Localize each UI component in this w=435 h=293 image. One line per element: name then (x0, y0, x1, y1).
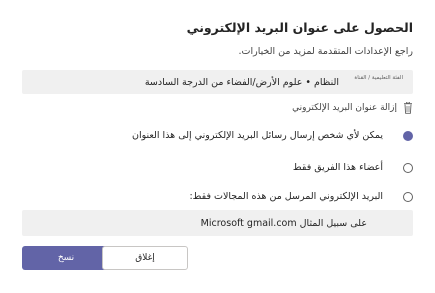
option-domains-label: البريد الإلكتروني المرسل من هذه المجالات… (189, 191, 383, 202)
team-info-box: الفئة التعليمية / القناة النظام • علوم ا… (22, 70, 413, 94)
team-caption: الفئة التعليمية / القناة (354, 75, 403, 81)
option-team-members-label: أعضاء هذا الفريق فقط (292, 162, 383, 173)
option-anyone-label: يمكن لأي شخص إرسال رسائل البريد الإلكترو… (132, 130, 383, 141)
dialog-subtitle: راجع الإعدادات المتقدمة لمزيد من الخيارا… (238, 46, 413, 57)
option-anyone[interactable]: يمكن لأي شخص إرسال رسائل البريد الإلكترو… (132, 130, 413, 141)
trash-icon (404, 102, 412, 114)
close-button[interactable]: إغلاق (102, 246, 188, 270)
remove-email-label: إزالة عنوان البريد الإلكتروني (292, 103, 397, 113)
option-team-members[interactable]: أعضاء هذا الفريق فقط (293, 162, 413, 173)
domains-input-text: على سبيل المثال Microsoft gmail.com (200, 218, 367, 229)
option-domains[interactable]: البريد الإلكتروني المرسل من هذه المجالات… (189, 191, 413, 202)
team-name: النظام • علوم الأرض/الفضاء من الدرجة الس… (144, 77, 339, 88)
radio-anyone[interactable] (403, 130, 413, 141)
radio-domains[interactable] (403, 191, 413, 202)
remove-email-link[interactable]: إزالة عنوان البريد الإلكتروني (292, 101, 413, 115)
copy-button[interactable]: نسخ (22, 246, 110, 270)
domains-input[interactable]: على سبيل المثال Microsoft gmail.com (22, 210, 413, 236)
dialog-title: الحصول على عنوان البريد الإلكتروني (186, 20, 413, 35)
radio-team-members[interactable] (403, 162, 413, 173)
